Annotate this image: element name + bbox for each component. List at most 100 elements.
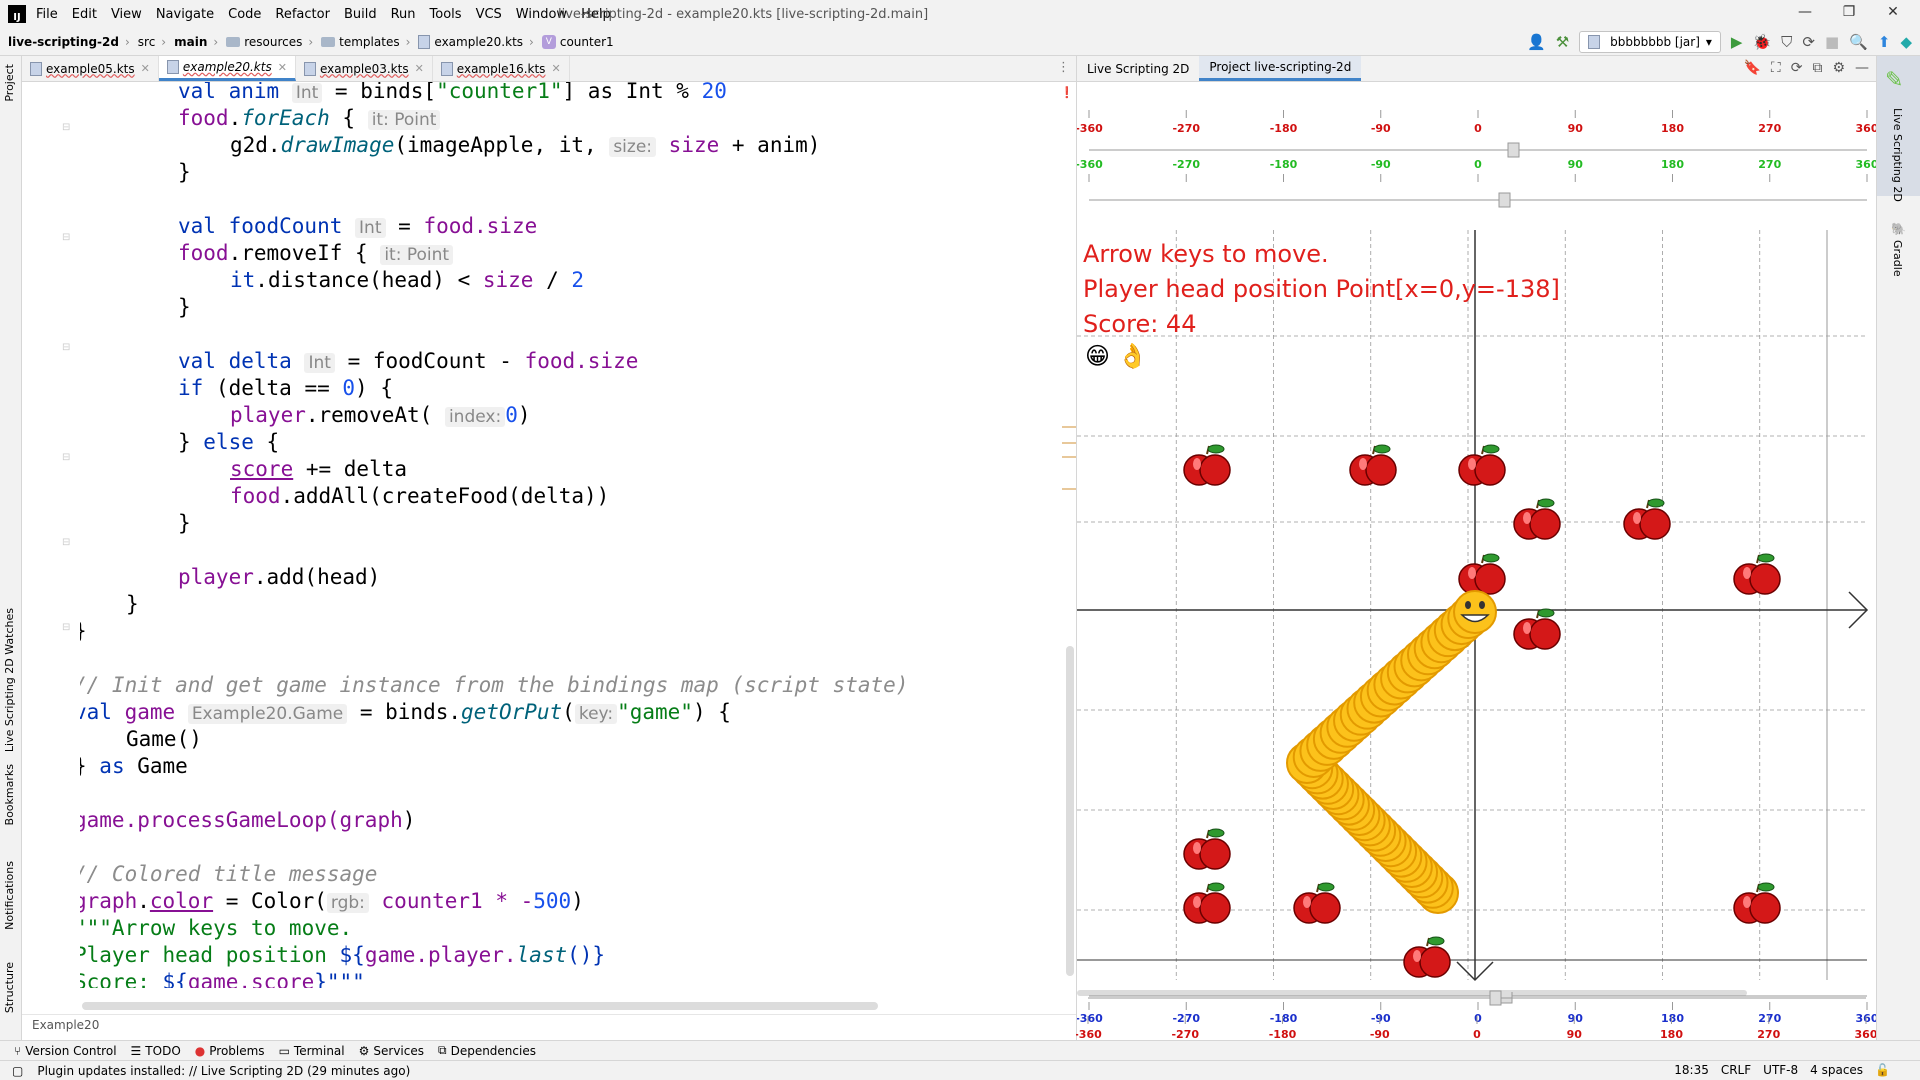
close-window-icon[interactable]: ✕ <box>1878 4 1908 24</box>
fold-icon[interactable]: ⊟ <box>62 452 70 463</box>
tab-project-live-scripting-2d[interactable]: Project live-scripting-2d <box>1199 56 1362 81</box>
version-control-button[interactable]: ⑂ Version Control <box>14 1044 117 1058</box>
status-toggle-icon[interactable]: ▢ <box>12 1064 23 1078</box>
tab-example05[interactable]: example05.kts ✕ <box>22 56 159 81</box>
menu-file[interactable]: File <box>36 7 58 22</box>
code-token: food <box>178 241 229 265</box>
restore-icon[interactable]: ❐ <box>1834 4 1864 24</box>
file-encoding[interactable]: UTF-8 <box>1763 1063 1798 1077</box>
tool-window-notifications[interactable]: Notifications <box>3 861 16 930</box>
tab-live-scripting-2d[interactable]: Live Scripting 2D <box>1077 56 1199 81</box>
tab-example20[interactable]: example20.kts ✕ <box>158 56 296 81</box>
tab-example16[interactable]: example16.kts ✕ <box>433 56 570 81</box>
editor-breadcrumb[interactable]: Example20 <box>22 1014 1076 1034</box>
code-line: val delta Int = foodCount - food.size <box>178 348 638 375</box>
fold-icon[interactable]: ⊟ <box>62 537 70 548</box>
error-marker-icon[interactable]: ❗ <box>1060 86 1074 99</box>
update-icon[interactable]: ⬆ <box>1878 33 1891 51</box>
indent-setting[interactable]: 4 spaces <box>1810 1063 1863 1077</box>
code-token: else <box>203 430 254 454</box>
slider-thumb[interactable] <box>1498 192 1511 208</box>
tool-window-live-scripting-watches[interactable]: Live Scripting 2D Watches <box>3 608 16 752</box>
problems-button[interactable]: ● Problems <box>195 1044 265 1058</box>
fold-icon[interactable]: ⊟ <box>62 342 70 353</box>
menu-refactor[interactable]: Refactor <box>275 7 330 22</box>
code-line: food.forEach { it: Point <box>178 105 441 132</box>
slider-thumb[interactable] <box>1507 142 1520 158</box>
search-icon[interactable]: 🔍 <box>1849 33 1868 51</box>
tool-window-gradle[interactable]: Gradle <box>1891 240 1904 277</box>
code-line: score += delta <box>230 456 407 483</box>
live-scripting-logo-icon[interactable]: ✎ <box>1885 68 1903 93</box>
tool-window-live-scripting-2d[interactable]: Live Scripting 2D <box>1891 108 1904 202</box>
plugin-logo-icon[interactable]: ◆ <box>1900 33 1912 51</box>
debug-icon[interactable]: 🐞 <box>1752 33 1771 51</box>
settings-icon[interactable]: ⚙ <box>1832 60 1845 76</box>
menu-tools[interactable]: Tools <box>430 7 462 22</box>
stop-icon[interactable]: ■ <box>1825 33 1839 51</box>
breadcrumb-src[interactable]: src <box>138 35 156 49</box>
run-icon[interactable]: ▶ <box>1731 33 1743 51</box>
menu-navigate[interactable]: Navigate <box>156 7 214 22</box>
breadcrumb-label: resources <box>244 34 303 49</box>
code-token: size <box>656 133 720 157</box>
fit-icon[interactable]: ⛶ <box>1771 60 1781 76</box>
hide-icon[interactable]: — <box>1855 60 1869 76</box>
close-tab-icon[interactable]: ✕ <box>415 62 424 75</box>
horizontal-scrollbar[interactable] <box>82 1002 878 1010</box>
editor-gutter[interactable]: ⊟ ⊟ ⊟ ⊟ ⊟ ⊟ <box>22 82 80 988</box>
terminal-button[interactable]: ▭ Terminal <box>279 1044 345 1058</box>
refresh-icon[interactable]: ⟳ <box>1791 60 1803 76</box>
line-separator[interactable]: CRLF <box>1721 1063 1751 1077</box>
export-icon[interactable]: ⧉ <box>1812 60 1822 76</box>
slider-thumb[interactable] <box>1489 990 1502 1006</box>
tool-window-structure[interactable]: Structure <box>3 962 16 1013</box>
vertical-scrollbar[interactable] <box>1066 646 1074 976</box>
services-button[interactable]: ⚙ Services <box>359 1044 424 1058</box>
menu-edit[interactable]: Edit <box>72 7 97 22</box>
gradle-icon[interactable]: 🐘 <box>1891 222 1906 236</box>
profile-icon[interactable]: ⟳ <box>1802 33 1815 51</box>
menu-run[interactable]: Run <box>391 7 416 22</box>
close-tab-icon[interactable]: ✕ <box>141 62 150 75</box>
more-tabs-icon[interactable]: ⋮ <box>1051 56 1076 81</box>
dependencies-button[interactable]: ⧉ Dependencies <box>438 1043 536 1058</box>
fold-icon[interactable]: ⊟ <box>62 232 70 243</box>
build-hammer-icon[interactable]: ⚒ <box>1556 33 1569 51</box>
breadcrumb-resources[interactable]: resources <box>226 35 302 49</box>
code-line: it.distance(head) < size / 2 <box>230 267 584 294</box>
caret-position[interactable]: 18:35 <box>1674 1063 1709 1077</box>
breadcrumb-main[interactable]: main <box>174 35 207 49</box>
tool-window-bookmarks[interactable]: Bookmarks <box>3 764 16 825</box>
code-area[interactable]: val anim Int = binds["counter1"] as Int … <box>80 82 1070 988</box>
coverage-icon[interactable]: ⛉ <box>1781 33 1792 51</box>
status-message[interactable]: Plugin updates installed: // Live Script… <box>37 1064 410 1078</box>
user-icon[interactable]: 👤 <box>1527 33 1546 51</box>
scene-canvas[interactable]: -360 -270 -180 -90 0 90 180 270 360 -360 -270 -180… <box>1077 82 1877 1040</box>
ruler-tick-label: 180 <box>1661 122 1684 135</box>
lock-icon[interactable]: 🔓 <box>1875 1063 1890 1077</box>
menu-build[interactable]: Build <box>344 7 377 22</box>
close-tab-icon[interactable]: ✕ <box>278 61 287 74</box>
code-line: val foodCount Int = food.size <box>178 213 537 240</box>
emoji-indicators: 😁 👌 <box>1085 342 1148 370</box>
breadcrumb-project[interactable]: live-scripting-2d <box>8 35 119 49</box>
ruler-tick-label: 180 <box>1661 158 1684 171</box>
breadcrumb-templates[interactable]: templates <box>321 35 400 49</box>
fold-icon[interactable]: ⊟ <box>62 622 70 633</box>
run-configuration-select[interactable]: bbbbbbbb [jar] ▾ <box>1579 31 1721 53</box>
breadcrumb-symbol[interactable]: Vcounter1 <box>541 34 614 49</box>
todo-button[interactable]: ☰ TODO <box>131 1044 181 1058</box>
breadcrumb-file[interactable]: example20.kts <box>418 34 523 49</box>
menu-vcs[interactable]: VCS <box>476 7 502 22</box>
bookmark-icon[interactable]: 🔖 <box>1743 60 1760 76</box>
minimize-icon[interactable]: — <box>1790 4 1820 24</box>
menu-code[interactable]: Code <box>228 7 261 22</box>
tab-example03[interactable]: example03.kts ✕ <box>296 56 433 81</box>
fold-icon[interactable]: ⊟ <box>62 122 70 133</box>
close-tab-icon[interactable]: ✕ <box>551 62 560 75</box>
tool-window-project[interactable]: Project <box>3 64 16 102</box>
code-token: game.processGameLoop( <box>80 808 340 832</box>
menu-view[interactable]: View <box>111 7 142 22</box>
code-token: = binds. <box>347 700 462 724</box>
